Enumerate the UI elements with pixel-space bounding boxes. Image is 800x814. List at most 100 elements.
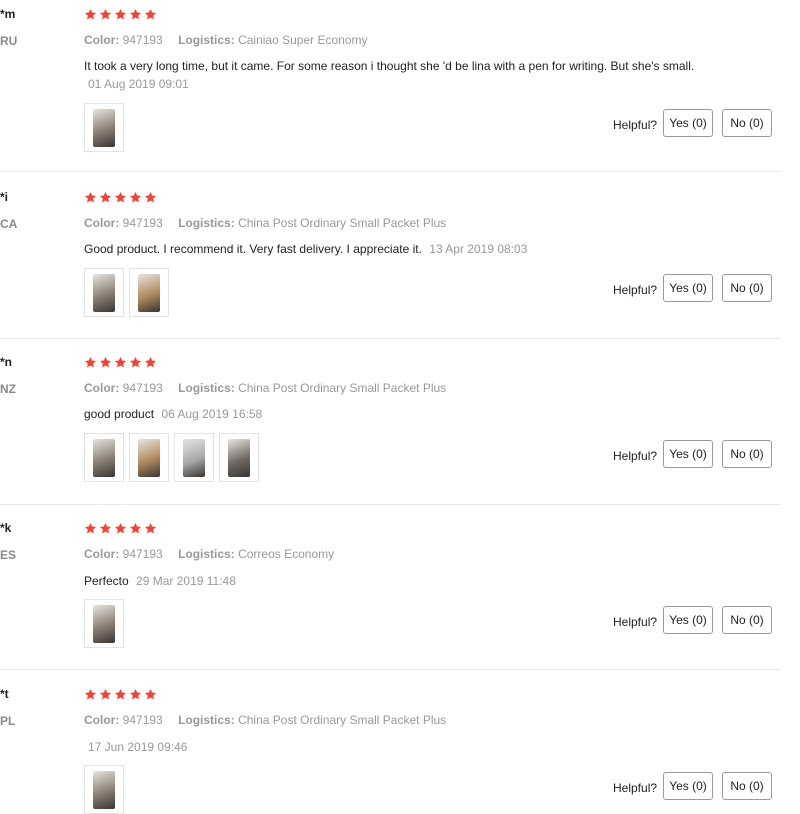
review-photo-thumbnail[interactable] [84, 599, 124, 648]
logistics-value: Cainiao Super Economy [238, 33, 368, 47]
photo-image [93, 273, 115, 312]
review-photo-thumbnail[interactable] [129, 433, 169, 482]
star-icon [129, 688, 142, 700]
review-text: It took a very long time, but it came. F… [84, 59, 695, 73]
star-icon [129, 356, 142, 368]
star-rating [84, 522, 157, 535]
helpful-no-button[interactable]: No (0) [722, 606, 772, 634]
helpful-yes-button[interactable]: Yes (0) [663, 772, 713, 800]
star-icon [114, 8, 127, 20]
review-photo-thumbnail[interactable] [84, 765, 124, 814]
photo-image [93, 604, 115, 643]
color-label: Color: [84, 216, 120, 230]
helpful-yes-button[interactable]: Yes (0) [663, 440, 713, 468]
reviewer-name: *t [0, 687, 9, 701]
helpful-yes-button[interactable]: Yes (0) [663, 606, 713, 634]
star-icon [129, 191, 142, 203]
reviewer-name: *k [0, 521, 12, 535]
star-icon [114, 688, 127, 700]
review-photo-thumbnail[interactable] [219, 433, 259, 482]
reviewer-country: PL [0, 714, 16, 728]
color-label: Color: [84, 713, 120, 727]
star-icon [99, 522, 112, 534]
logistics-value: China Post Ordinary Small Packet Plus [238, 216, 447, 230]
color-label: Color: [84, 547, 120, 561]
logistics-value: Correos Economy [238, 547, 335, 561]
star-icon [99, 191, 112, 203]
reviewer-name: *i [0, 190, 9, 204]
color-value: 947193 [122, 713, 163, 727]
review-photos [84, 433, 259, 482]
photo-image [138, 438, 160, 477]
review-divider [0, 171, 780, 172]
photo-image [93, 438, 115, 477]
star-rating [84, 356, 157, 369]
color-value: 947193 [122, 547, 163, 561]
star-icon [84, 8, 97, 20]
helpful-yes-button[interactable]: Yes (0) [663, 274, 713, 302]
logistics-label: Logistics: [178, 381, 235, 395]
review-divider [0, 504, 780, 505]
review-meta: Color: 947193 Logistics: China Post Ordi… [84, 381, 458, 395]
review-photo-thumbnail[interactable] [84, 103, 124, 152]
review-date: 29 Mar 2019 11:48 [136, 574, 236, 588]
star-rating [84, 191, 157, 204]
helpful-label: Helpful? [613, 449, 658, 463]
review-date: 13 Apr 2019 08:03 [429, 242, 528, 256]
reviewer-country: CA [0, 217, 18, 231]
review-photos [84, 103, 124, 152]
review-text-block: Good product. I recommend it. Very fast … [84, 240, 714, 258]
logistics-label: Logistics: [178, 216, 235, 230]
review-meta: Color: 947193 Logistics: Correos Economy [84, 547, 346, 561]
color-label: Color: [84, 381, 120, 395]
review-meta: Color: 947193 Logistics: Cainiao Super E… [84, 33, 379, 47]
reviewer-name: *m [0, 7, 16, 21]
reviewer-country: ES [0, 548, 17, 562]
review-text-block: It took a very long time, but it came. F… [84, 57, 714, 93]
photo-image [183, 438, 205, 477]
review-photo-thumbnail[interactable] [129, 268, 169, 317]
helpful-label: Helpful? [613, 118, 658, 132]
review-photos [84, 599, 124, 648]
color-value: 947193 [122, 381, 163, 395]
logistics-value: China Post Ordinary Small Packet Plus [238, 381, 447, 395]
star-icon [114, 356, 127, 368]
star-rating [84, 688, 157, 701]
helpful-no-button[interactable]: No (0) [722, 440, 772, 468]
review-text-block: Perfecto 29 Mar 2019 11:48 [84, 572, 714, 590]
helpful-no-button[interactable]: No (0) [722, 109, 772, 137]
star-icon [114, 191, 127, 203]
review-photo-thumbnail[interactable] [174, 433, 214, 482]
star-icon [99, 356, 112, 368]
color-label: Color: [84, 33, 120, 47]
helpful-label: Helpful? [613, 615, 658, 629]
reviewer-country: RU [0, 34, 18, 48]
star-icon [129, 8, 142, 20]
helpful-label: Helpful? [613, 283, 658, 297]
photo-image [93, 108, 115, 147]
review-photo-thumbnail[interactable] [84, 268, 124, 317]
star-icon [99, 8, 112, 20]
helpful-no-button[interactable]: No (0) [722, 772, 772, 800]
photo-image [93, 770, 115, 809]
review-photo-thumbnail[interactable] [84, 433, 124, 482]
helpful-yes-button[interactable]: Yes (0) [663, 109, 713, 137]
review-date: 01 Aug 2019 09:01 [88, 77, 189, 91]
logistics-label: Logistics: [178, 713, 235, 727]
review-text-block: good product 06 Aug 2019 16:58 [84, 405, 714, 423]
review-date: 17 Jun 2019 09:46 [88, 740, 188, 754]
logistics-label: Logistics: [178, 33, 235, 47]
reviewer-name: *n [0, 355, 12, 369]
logistics-value: China Post Ordinary Small Packet Plus [238, 713, 447, 727]
star-icon [144, 356, 157, 368]
logistics-label: Logistics: [178, 547, 235, 561]
helpful-no-button[interactable]: No (0) [722, 274, 772, 302]
star-icon [114, 522, 127, 534]
color-value: 947193 [122, 33, 163, 47]
review-text: Perfecto [84, 574, 129, 588]
star-icon [129, 522, 142, 534]
review-meta: Color: 947193 Logistics: China Post Ordi… [84, 713, 458, 727]
star-icon [144, 191, 157, 203]
review-text: good product [84, 407, 155, 421]
star-icon [99, 688, 112, 700]
